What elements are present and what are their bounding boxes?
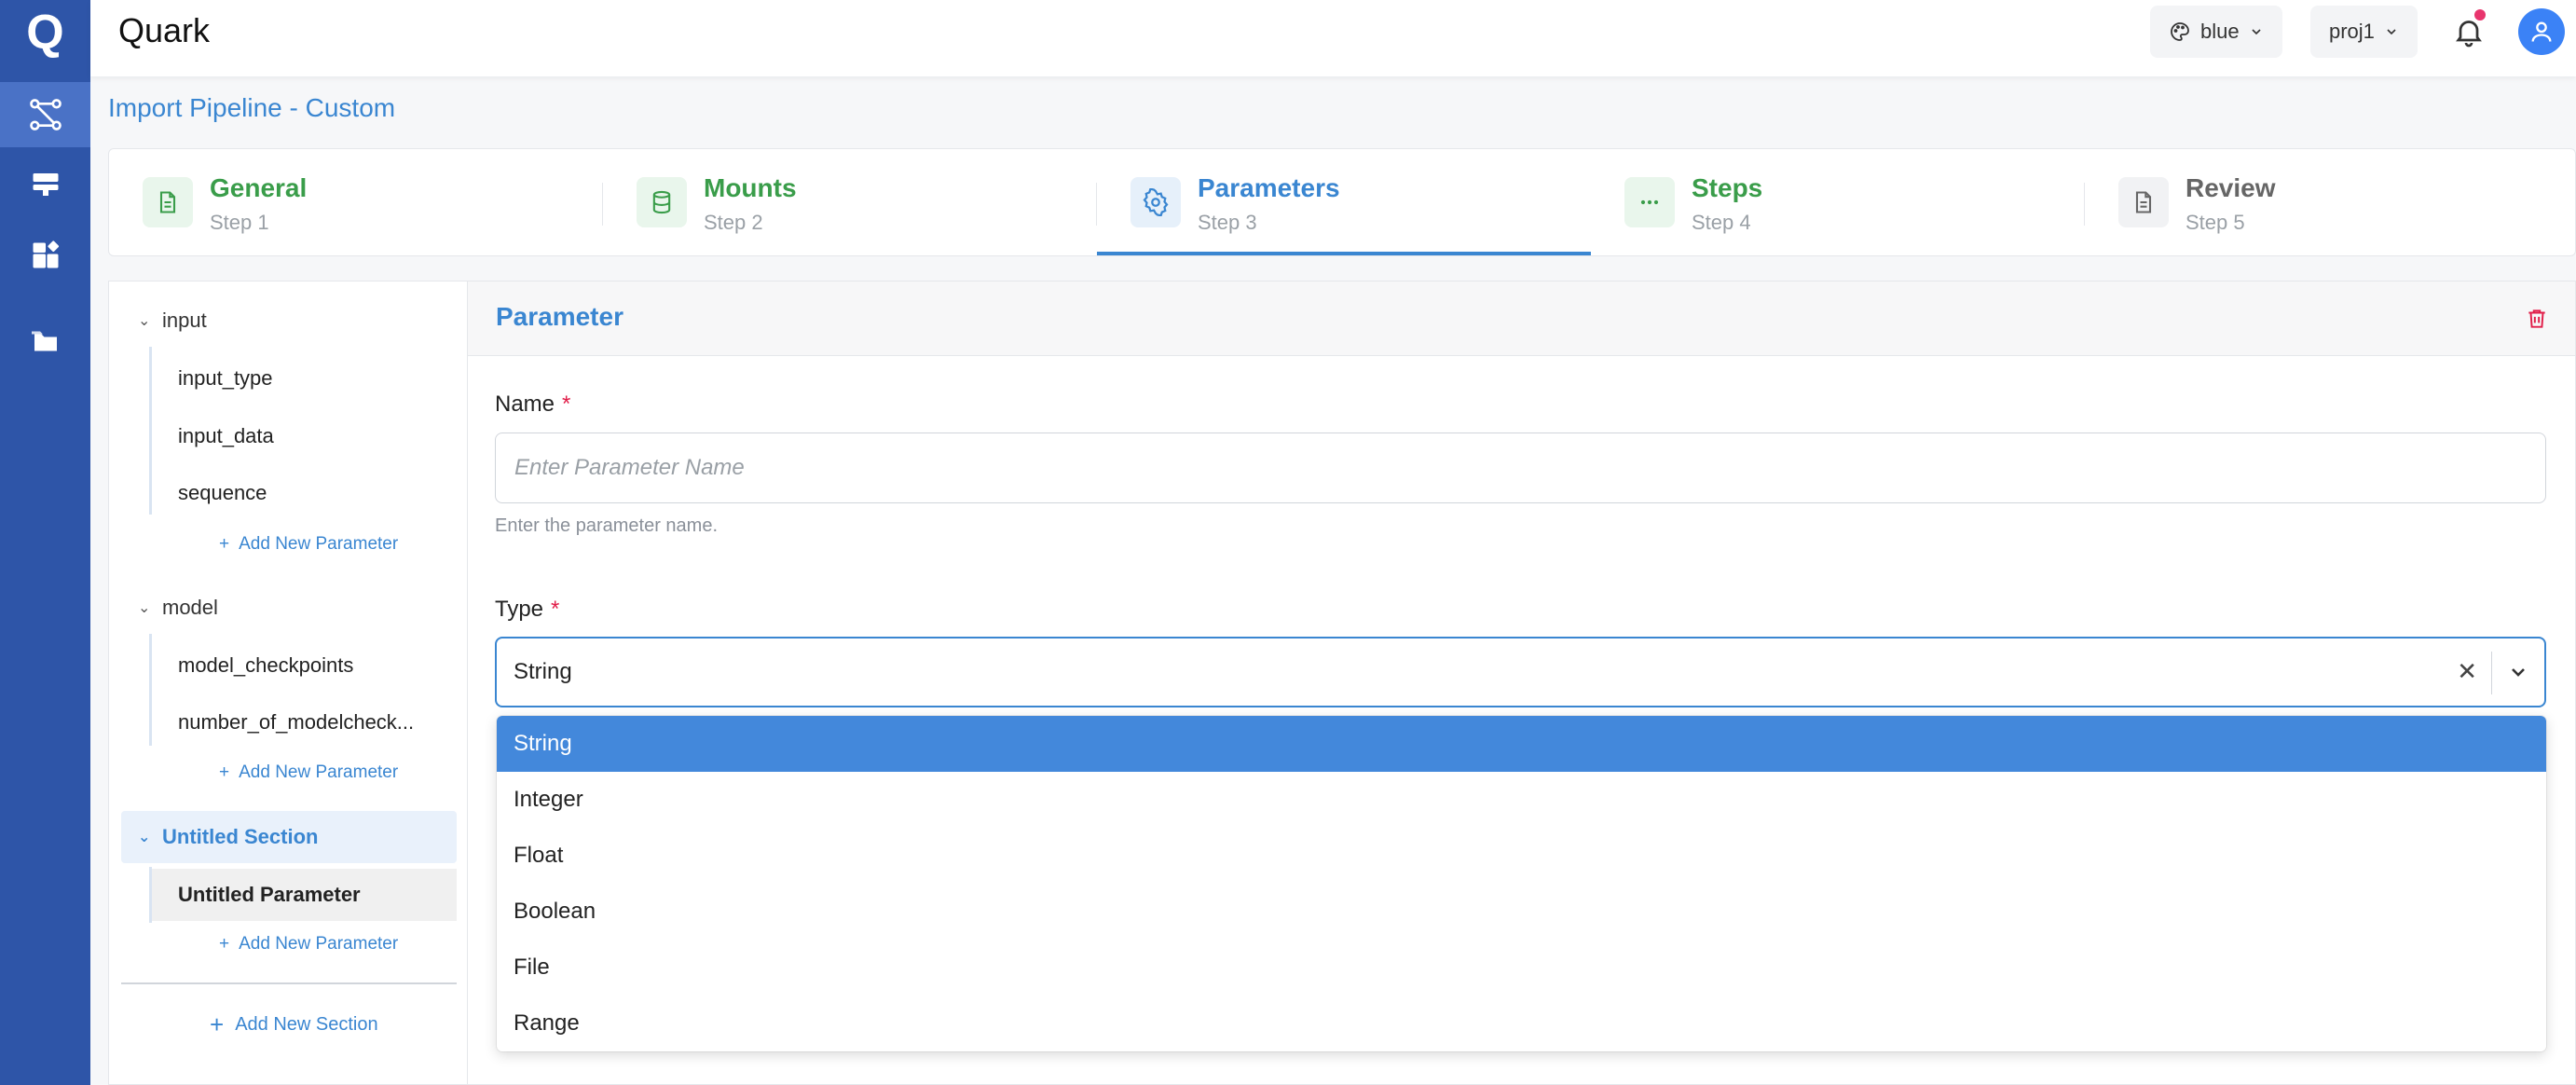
plus-icon: + bbox=[219, 762, 230, 782]
more-dots-icon bbox=[1624, 177, 1675, 227]
type-option-boolean[interactable]: Boolean bbox=[497, 884, 2546, 940]
tree-section-input[interactable]: ⌄ input bbox=[121, 295, 457, 347]
type-option-file[interactable]: File bbox=[497, 940, 2546, 996]
step-title: Review bbox=[2185, 173, 2276, 202]
step-title: General bbox=[210, 173, 308, 202]
add-parameter-button[interactable]: + Add New Parameter bbox=[219, 534, 398, 555]
panel-title: Parameter bbox=[496, 302, 623, 331]
trash-icon[interactable] bbox=[2525, 306, 2549, 336]
add-section-label: Add New Section bbox=[235, 1014, 378, 1035]
step-general[interactable]: General Step 1 bbox=[109, 149, 603, 255]
document-icon bbox=[143, 177, 193, 227]
nav-rail: Q bbox=[0, 0, 90, 1085]
document-icon bbox=[2118, 177, 2169, 227]
add-parameter-label: Add New Parameter bbox=[239, 534, 399, 554]
type-option-float[interactable]: Float bbox=[497, 828, 2546, 884]
folder-icon[interactable] bbox=[0, 309, 90, 374]
type-option-integer[interactable]: Integer bbox=[497, 772, 2546, 828]
add-parameter-button[interactable]: + Add New Parameter bbox=[219, 762, 398, 783]
name-hint: Enter the parameter name. bbox=[495, 515, 719, 536]
chevron-down-icon bbox=[2252, 29, 2261, 35]
step-parameters[interactable]: Parameters Step 3 bbox=[1097, 149, 1591, 255]
notifications-bell-icon[interactable] bbox=[2446, 9, 2491, 54]
theme-label: blue bbox=[2200, 20, 2240, 43]
section-label: input bbox=[162, 309, 207, 332]
section-label: model bbox=[162, 596, 218, 619]
notification-dot bbox=[2474, 9, 2486, 21]
app-logo[interactable]: Q bbox=[0, 0, 90, 65]
tree-param-item-selected[interactable]: Untitled Parameter bbox=[152, 869, 457, 921]
step-subtitle: Step 5 bbox=[2185, 211, 2245, 234]
chevron-down-icon bbox=[2387, 29, 2396, 35]
gear-icon bbox=[1130, 177, 1181, 227]
parameter-name-input[interactable] bbox=[495, 433, 2546, 503]
plus-icon: + bbox=[219, 934, 230, 954]
user-avatar[interactable] bbox=[2518, 8, 2565, 55]
add-parameter-label: Add New Parameter bbox=[239, 762, 399, 782]
chevron-down-icon[interactable] bbox=[2507, 661, 2529, 688]
tree-param-item[interactable]: sequence bbox=[152, 467, 457, 519]
step-title: Mounts bbox=[704, 173, 797, 202]
project-dropdown[interactable]: proj1 bbox=[2310, 6, 2418, 58]
page-title: Import Pipeline - Custom bbox=[108, 93, 396, 122]
tree-section-model[interactable]: ⌄ model bbox=[121, 582, 457, 634]
database-icon bbox=[637, 177, 687, 227]
step-title: Steps bbox=[1692, 173, 1763, 202]
type-dropdown-menu: String Integer Float Boolean File Range bbox=[497, 716, 2546, 1051]
chevron-down-icon: ⌄ bbox=[138, 830, 151, 845]
tree-param-item[interactable]: model_checkpoints bbox=[152, 639, 457, 692]
type-label: Type * bbox=[495, 597, 560, 622]
plus-icon: + bbox=[219, 534, 230, 554]
clear-icon[interactable]: ✕ bbox=[2457, 657, 2477, 686]
type-select-value: String bbox=[514, 659, 572, 684]
tree-param-item[interactable]: number_of_modelcheck... bbox=[152, 696, 457, 749]
type-option-string[interactable]: String bbox=[497, 716, 2546, 772]
step-steps[interactable]: Steps Step 4 bbox=[1591, 149, 2085, 255]
step-subtitle: Step 2 bbox=[704, 211, 763, 234]
step-subtitle: Step 3 bbox=[1198, 211, 1257, 234]
project-label: proj1 bbox=[2329, 20, 2375, 43]
step-subtitle: Step 4 bbox=[1692, 211, 1751, 234]
chevron-down-icon: ⌄ bbox=[138, 600, 151, 616]
top-header: Quark blue proj1 bbox=[90, 0, 2576, 76]
step-mounts[interactable]: Mounts Step 2 bbox=[603, 149, 1097, 255]
brand-name: Quark bbox=[118, 11, 211, 49]
step-title: Parameters bbox=[1198, 173, 1340, 202]
plus-icon: + bbox=[210, 1010, 225, 1038]
step-review[interactable]: Review Step 5 bbox=[2085, 149, 2575, 255]
tree-param-item[interactable]: input_data bbox=[152, 410, 457, 462]
palette-icon bbox=[2171, 22, 2189, 41]
active-step-indicator bbox=[1097, 252, 1591, 255]
add-parameter-label: Add New Parameter bbox=[239, 934, 399, 954]
add-parameter-button[interactable]: + Add New Parameter bbox=[219, 934, 398, 955]
step-subtitle: Step 1 bbox=[210, 211, 269, 234]
pipelines-nav-icon[interactable] bbox=[0, 82, 90, 147]
theme-dropdown[interactable]: blue bbox=[2150, 6, 2282, 58]
panel-header: Parameter bbox=[468, 282, 2575, 356]
wizard-stepper: General Step 1 Mounts Step 2 Parameters … bbox=[108, 148, 2576, 256]
widgets-icon[interactable] bbox=[0, 223, 90, 288]
section-label: Untitled Section bbox=[162, 825, 319, 848]
section-tree: ⌄ input input_type input_data sequence +… bbox=[108, 281, 468, 1085]
server-icon[interactable] bbox=[0, 152, 90, 217]
name-label: Name * bbox=[495, 391, 571, 417]
tree-param-item[interactable]: input_type bbox=[152, 352, 457, 405]
type-select[interactable]: String ✕ bbox=[495, 637, 2546, 707]
tree-section-untitled[interactable]: ⌄ Untitled Section bbox=[121, 811, 457, 863]
add-section-button[interactable]: + Add New Section bbox=[210, 1010, 378, 1039]
chevron-down-icon: ⌄ bbox=[138, 313, 151, 329]
type-option-range[interactable]: Range bbox=[497, 996, 2546, 1051]
